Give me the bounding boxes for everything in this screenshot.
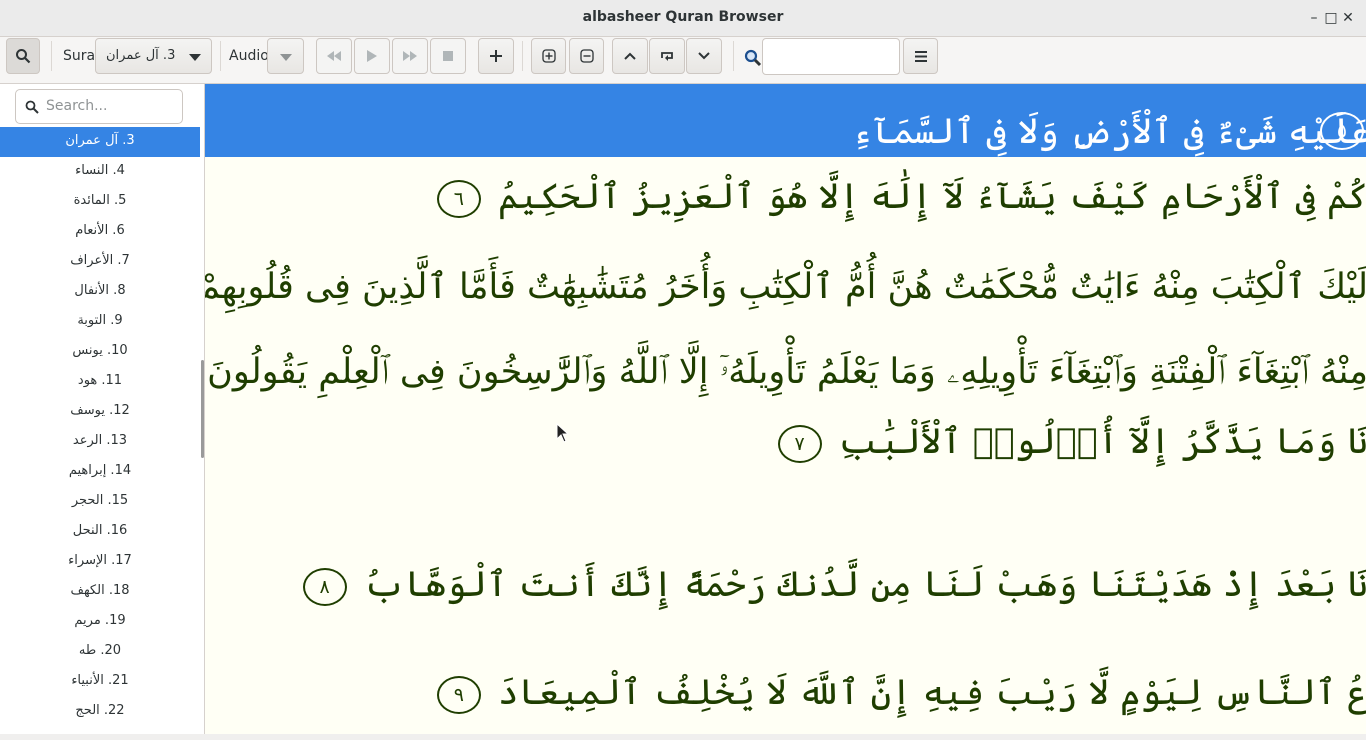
- zoom-in-icon: [541, 49, 556, 63]
- sura-list-item[interactable]: 20. طه: [0, 637, 200, 667]
- sura-list-item[interactable]: 21. الأنبياء: [0, 667, 200, 697]
- sura-list-item[interactable]: 19. مريم: [0, 607, 200, 637]
- ayah-text: نَا وَمَا يَذَّكَّرُ إِلَّآ أُو۟لُوا۟ ٱل…: [838, 422, 1366, 462]
- next-button[interactable]: [392, 38, 428, 74]
- sura-list-item[interactable]: 11. هود: [0, 367, 200, 397]
- title-bar: albasheer Quran Browser – □ ✕: [0, 0, 1366, 37]
- toolbar-separator: [522, 41, 523, 71]
- zoom-out-button[interactable]: [569, 38, 604, 74]
- sura-list-item[interactable]: 12. يوسف: [0, 397, 200, 427]
- audio-combo[interactable]: [267, 38, 304, 74]
- play-icon: [367, 50, 377, 62]
- sura-list: 3. آل عمران 4. النساء 5. المائدة 6. الأن…: [0, 127, 200, 727]
- ayah-text: عُ ٱلنَّاسِ لِيَوْمٍ لَّا رَيْبَ فِيهِ إ…: [497, 673, 1366, 713]
- search-icon: [16, 49, 31, 64]
- ayah-number-mark: ٩: [436, 675, 481, 714]
- sura-list-item[interactable]: 16. النحل: [0, 517, 200, 547]
- rewind-icon: [327, 51, 341, 61]
- ayah-number-mark: ٧: [777, 424, 822, 463]
- sura-list-item[interactable]: 8. الأنفال: [0, 277, 200, 307]
- ayah-number-mark: ٥: [1320, 112, 1364, 150]
- ayah-text: كُمْ فِى ٱلْأَرْحَامِ كَيْفَ يَشَآءُ لَآ…: [497, 177, 1366, 217]
- sura-list-item[interactable]: 10. يونس: [0, 337, 200, 367]
- plus-icon: [490, 50, 502, 62]
- chevron-down-icon: [280, 54, 292, 61]
- ayah-line[interactable]: عُ ٱلنَّاسِ لِيَوْمٍ لَّا رَيْبَ فِيهِ إ…: [436, 673, 1366, 714]
- ayah-line[interactable]: مِنْهُ ٱبْتِغَآءَ ٱلْفِتْنَةِ وَٱبْتِغَآ…: [205, 352, 1366, 392]
- add-bookmark-button[interactable]: [478, 38, 514, 74]
- sura-combo[interactable]: 3. آل عمران: [95, 38, 212, 74]
- ayah-line[interactable]: نَا بَعْدَ إِذْ هَدَيْتَنَا وَهَبْ لَنَا…: [302, 565, 1366, 606]
- sidebar-scrollbar[interactable]: [201, 360, 204, 458]
- sura-list-item[interactable]: 22. الحج: [0, 697, 200, 727]
- ayah-number-mark: ٦: [436, 179, 481, 218]
- ayah-text: عَلَيْهِ شَىْءٌ فِى ٱلْأَرْضِ وَلَا فِى …: [852, 112, 1366, 152]
- sura-combo-value: 3. آل عمران: [106, 48, 176, 63]
- zoom-out-icon: [579, 49, 594, 63]
- chevron-down-icon: [698, 52, 710, 60]
- sura-list-item[interactable]: 18. الكهف: [0, 577, 200, 607]
- chevron-down-icon: [189, 54, 201, 61]
- sura-list-item[interactable]: 14. إبراهيم: [0, 457, 200, 487]
- status-strip: [0, 734, 1366, 740]
- find-input[interactable]: [762, 38, 900, 75]
- toolbar: Sura 3. آل عمران Audio: [0, 37, 1366, 84]
- menu-button[interactable]: [903, 38, 938, 74]
- sura-list-item[interactable]: 13. الرعد: [0, 427, 200, 457]
- play-button[interactable]: [354, 38, 390, 74]
- sura-list-item[interactable]: 3. آل عمران: [0, 127, 200, 157]
- toolbar-separator: [733, 41, 734, 71]
- quran-text-view[interactable]: عَلَيْهِ شَىْءٌ فِى ٱلْأَرْضِ وَلَا فِى …: [205, 84, 1366, 734]
- sura-search-field[interactable]: Search...: [15, 89, 183, 124]
- sura-list-item[interactable]: 7. الأعراف: [0, 247, 200, 277]
- repeat-button[interactable]: [649, 38, 685, 74]
- window-title: albasheer Quran Browser: [582, 9, 784, 25]
- sura-label: Sura: [63, 48, 96, 64]
- ayah-text: لَيْكَ ٱلْكِتَٰبَ مِنْهُ ءَايَٰتٌ مُّحْك…: [205, 267, 1366, 307]
- ayah-number-mark: ٨: [302, 567, 347, 606]
- mouse-pointer-icon: [556, 423, 569, 443]
- menu-icon: [914, 50, 927, 62]
- sura-list-item[interactable]: 4. النساء: [0, 157, 200, 187]
- toggle-search-button[interactable]: [6, 38, 40, 74]
- next-ayah-button[interactable]: [686, 38, 722, 74]
- sura-list-item[interactable]: 17. الإسراء: [0, 547, 200, 577]
- sura-list-item[interactable]: 6. الأنعام: [0, 217, 200, 247]
- sura-sidebar: Search... 3. آل عمران 4. النساء 5. المائ…: [0, 84, 205, 734]
- search-icon: [25, 100, 39, 114]
- ayah-highlighted[interactable]: عَلَيْهِ شَىْءٌ فِى ٱلْأَرْضِ وَلَا فِى …: [205, 84, 1366, 157]
- sura-list-item[interactable]: 15. الحجر: [0, 487, 200, 517]
- repeat-icon: [661, 52, 673, 61]
- previous-ayah-button[interactable]: [612, 38, 648, 74]
- sura-list-item[interactable]: 9. التوبة: [0, 307, 200, 337]
- chevron-up-icon: [624, 52, 636, 60]
- ayah-line[interactable]: كُمْ فِى ٱلْأَرْحَامِ كَيْفَ يَشَآءُ لَآ…: [436, 177, 1366, 218]
- stop-icon: [443, 51, 453, 61]
- find-icon: [744, 49, 762, 67]
- close-button[interactable]: ✕: [1338, 8, 1358, 28]
- sura-list-item[interactable]: 5. المائدة: [0, 187, 200, 217]
- toolbar-separator: [51, 41, 52, 71]
- previous-button[interactable]: [316, 38, 352, 74]
- zoom-in-button[interactable]: [531, 38, 566, 74]
- toolbar-separator: [220, 41, 221, 71]
- ayah-line[interactable]: نَا وَمَا يَذَّكَّرُ إِلَّآ أُو۟لُوا۟ ٱل…: [777, 422, 1366, 463]
- audio-label: Audio: [229, 48, 269, 64]
- ayah-text: مِنْهُ ٱبْتِغَآءَ ٱلْفِتْنَةِ وَٱبْتِغَآ…: [205, 352, 1366, 392]
- fast-forward-icon: [403, 51, 417, 61]
- stop-button[interactable]: [430, 38, 466, 74]
- sura-search-placeholder: Search...: [46, 98, 108, 114]
- ayah-text: نَا بَعْدَ إِذْ هَدَيْتَنَا وَهَبْ لَنَا…: [363, 565, 1366, 605]
- ayah-line[interactable]: لَيْكَ ٱلْكِتَٰبَ مِنْهُ ءَايَٰتٌ مُّحْك…: [205, 267, 1366, 307]
